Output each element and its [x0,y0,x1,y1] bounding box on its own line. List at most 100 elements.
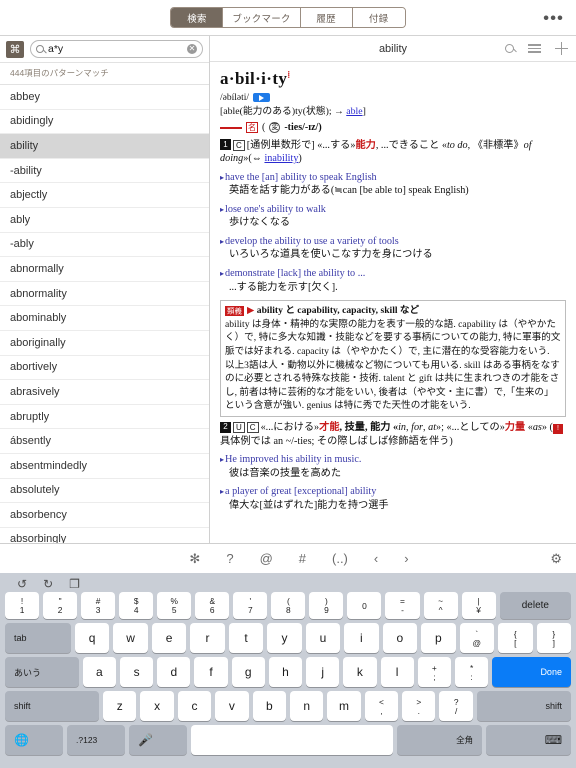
tab-bookmarks[interactable]: ブックマーク [223,8,301,27]
key-l[interactable]: l [380,657,414,687]
key-shift-left[interactable]: shift [5,691,100,721]
key-z[interactable]: z [103,691,137,721]
key-n[interactable]: n [289,691,324,721]
key-k[interactable]: k [343,657,377,687]
key-3[interactable]: #3 [81,592,116,619]
list-item[interactable]: absolutely [0,479,209,504]
key-8[interactable]: (8 [271,592,306,619]
key-yen[interactable]: | ¥ [461,592,496,619]
key-a[interactable]: a [82,657,116,687]
key-q[interactable]: q [74,623,110,653]
key-1[interactable]: ! 1 [5,592,40,619]
list-item[interactable]: absentmindedly [0,454,209,479]
gear-icon[interactable]: ⚙ [550,551,562,567]
search-input[interactable]: a*y ✕ [30,40,203,58]
key-comma[interactable]: <, [364,691,399,721]
list-item[interactable]: abnormally [0,257,209,282]
key-slash[interactable]: ? / [439,691,473,721]
undo-icon[interactable]: ↺ [17,577,27,591]
list-item[interactable]: -ability [0,159,209,184]
list-item[interactable]: abjectly [0,183,209,208]
list-item-selected[interactable]: ability [0,134,209,159]
key-6[interactable]: & 6 [195,592,230,619]
paste-icon[interactable]: ❐ [69,577,80,591]
key-5[interactable]: % 5 [157,592,192,619]
key-t[interactable]: t [228,623,264,653]
list-item[interactable]: abbey [0,85,209,110]
clear-search-icon[interactable]: ✕ [187,44,197,54]
mode-tabs[interactable]: 検索 ブックマーク 履歴 付録 [170,7,406,28]
key-w[interactable]: w [113,623,148,653]
key-j[interactable]: j [306,657,340,687]
key-bracket-left[interactable]: {[ [498,623,533,653]
key-2[interactable]: " 2 [43,592,78,619]
key-d[interactable]: d [157,657,191,687]
key-i[interactable]: i [344,623,379,653]
add-tab-icon[interactable] [555,42,568,55]
key-input-mode[interactable]: あいう [5,657,79,687]
key-o[interactable]: o [382,623,418,653]
wildcard-asterisk-button[interactable]: ✻ [189,551,200,567]
key-7[interactable]: ' 7 [233,592,268,619]
key-9[interactable]: ) 9 [309,592,344,619]
list-item[interactable]: aboriginally [0,331,209,356]
key-4[interactable]: $4 [119,592,154,619]
key-y[interactable]: y [267,623,302,653]
list-item[interactable]: ábsently [0,429,209,454]
key-delete[interactable]: delete [499,592,572,619]
wildcard-parens-button[interactable]: (..) [332,551,348,567]
key-v[interactable]: v [215,691,249,721]
tab-appendix[interactable]: 付録 [352,8,405,27]
dismiss-keyboard-icon[interactable]: ⌨ [486,725,572,755]
key-g[interactable]: g [231,657,265,687]
key-bracket-right[interactable]: }] [536,623,571,653]
inability-link[interactable]: inability [264,153,298,164]
menu-icon[interactable] [528,44,541,53]
key-minus[interactable]: = - [385,592,420,619]
tab-history[interactable]: 履歴 [300,8,353,27]
key-e[interactable]: e [151,623,187,653]
key-m[interactable]: m [327,691,361,721]
key-at[interactable]: ` @ [459,623,495,653]
key-shift-right[interactable]: shift [476,691,571,721]
key-h[interactable]: h [268,657,303,687]
word-list[interactable]: abbey abidingly ability -ability abjectl… [0,85,209,543]
globe-icon[interactable]: 🌐 [5,725,63,755]
list-item[interactable]: -ably [0,233,209,258]
list-item[interactable]: abnormality [0,282,209,307]
tab-search[interactable]: 検索 [171,8,224,27]
key-space[interactable] [191,725,394,755]
redo-icon[interactable]: ↻ [43,577,53,591]
list-item[interactable]: abruptly [0,405,209,430]
list-item[interactable]: abrasively [0,380,209,405]
list-item[interactable]: absorbency [0,503,209,528]
kanji-input-button[interactable]: ⌘ [6,40,24,58]
key-colon[interactable]: *: [454,657,489,687]
key-tab[interactable]: tab [5,623,71,653]
list-item[interactable]: absorbingly [0,528,209,543]
next-button[interactable]: › [404,551,408,567]
key-numeric-mode[interactable]: .?123 [67,725,125,755]
list-item[interactable]: ably [0,208,209,233]
wildcard-question-button[interactable]: ? [226,551,233,567]
list-item[interactable]: abidingly [0,110,209,135]
key-f[interactable]: f [194,657,228,687]
key-u[interactable]: u [305,623,341,653]
etymology-link[interactable]: able [346,106,362,117]
key-done[interactable]: Done [492,657,571,687]
microphone-icon[interactable]: 🎤 [129,725,187,755]
key-zenkaku[interactable]: 全角 [397,725,483,755]
key-p[interactable]: p [421,623,456,653]
more-options-icon[interactable]: ••• [543,9,564,26]
key-semicolon[interactable]: +; [417,657,451,687]
search-in-page-icon[interactable] [505,44,514,53]
play-audio-icon[interactable] [253,93,271,103]
key-caret[interactable]: ~ ^ [423,592,458,619]
key-0[interactable]: 0 [347,592,382,619]
key-r[interactable]: r [190,623,225,653]
list-item[interactable]: abominably [0,306,209,331]
key-x[interactable]: x [140,691,174,721]
key-s[interactable]: s [120,657,154,687]
prev-button[interactable]: ‹ [374,551,378,567]
list-item[interactable]: abortively [0,356,209,381]
